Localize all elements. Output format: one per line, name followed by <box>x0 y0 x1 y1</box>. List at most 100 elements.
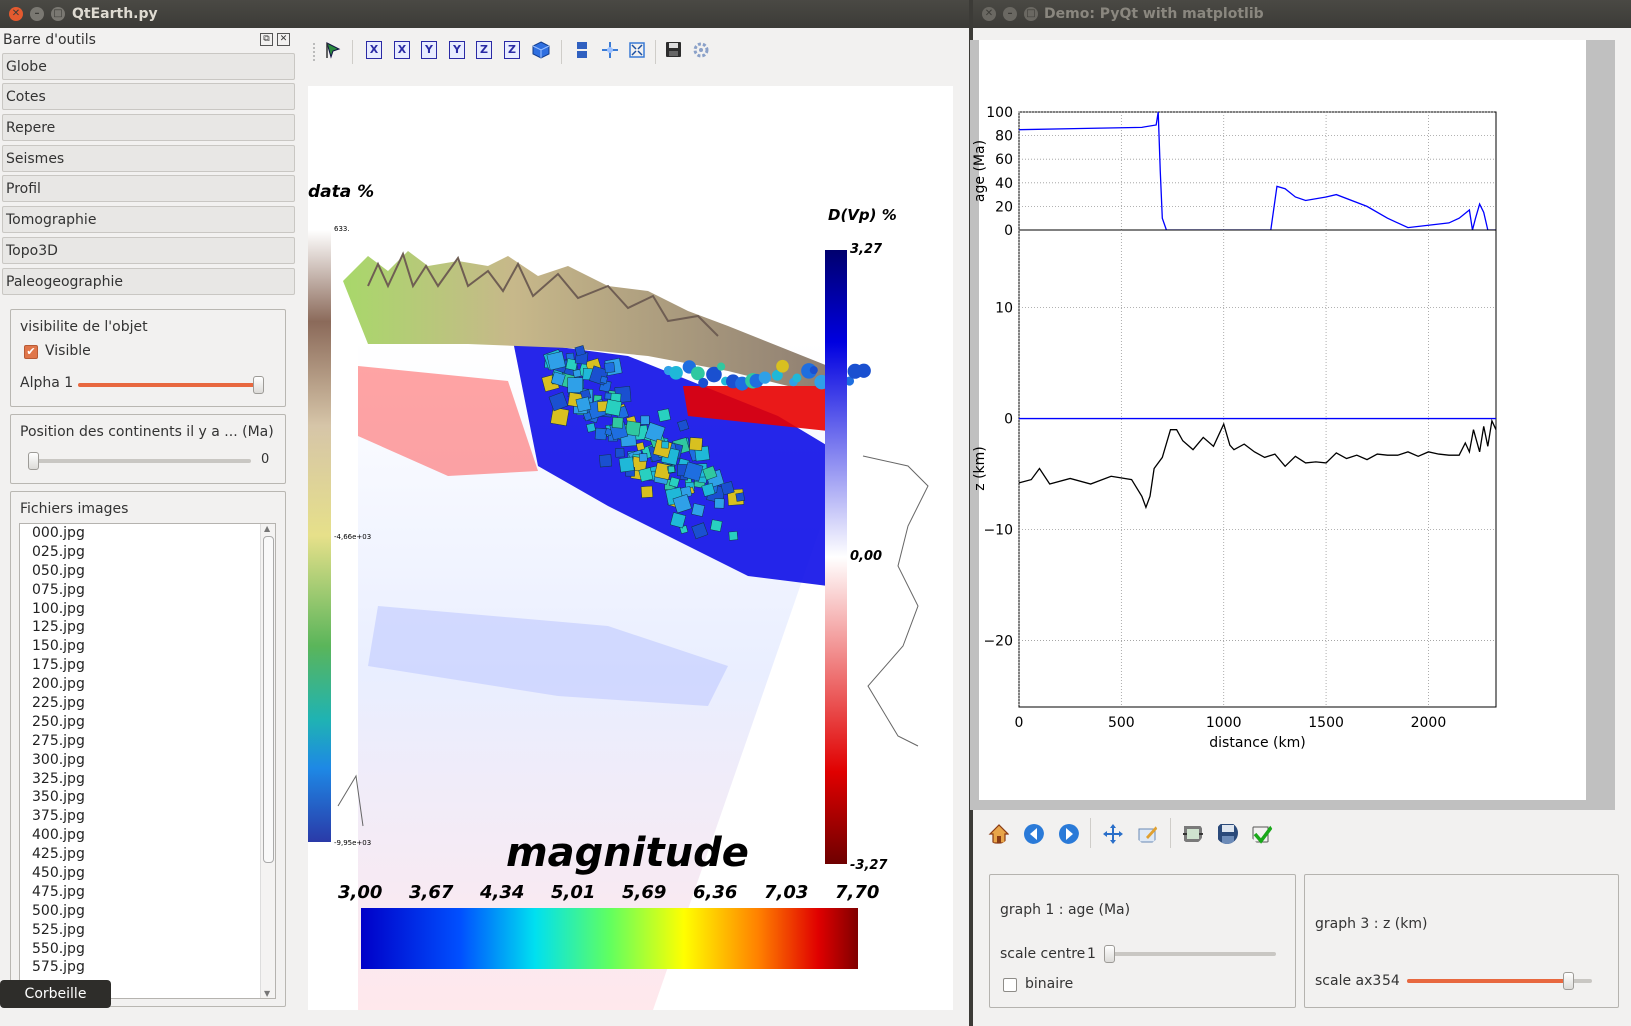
maximize-icon[interactable]: □ <box>1024 7 1038 21</box>
image-file-item[interactable]: 575.jpg <box>20 958 275 977</box>
earthquake-marker <box>572 369 582 378</box>
float-dock-icon[interactable]: ⧉ <box>260 33 273 46</box>
toolbox-item-tomographie[interactable]: Tomographie <box>2 206 295 233</box>
image-file-item[interactable]: 400.jpg <box>20 826 275 845</box>
scale-ax3-label: scale ax3 <box>1315 973 1382 989</box>
toolbox-item-globe[interactable]: Globe <box>2 53 295 80</box>
image-file-item[interactable]: 325.jpg <box>20 770 275 789</box>
minimize-icon[interactable]: – <box>30 7 44 21</box>
toolbox-item-seismes[interactable]: Seismes <box>2 145 295 172</box>
scale-centre-value: 1 <box>1087 946 1096 962</box>
axis-x-icon[interactable]: X <box>394 41 410 59</box>
data-colorbar-label: data % <box>308 182 375 202</box>
toolbox-item-cotes[interactable]: Cotes <box>2 83 295 110</box>
visible-checkbox[interactable]: ✔ <box>24 345 38 359</box>
home-icon[interactable] <box>987 822 1009 844</box>
graph1-title: graph 1 : age (Ma) <box>1000 902 1131 918</box>
axis-x-icon[interactable]: X <box>366 41 382 59</box>
scale-ax3-value: 54 <box>1382 973 1400 989</box>
binaire-checkbox[interactable] <box>1003 978 1017 992</box>
toolbox-item-paleogeographie[interactable]: Paleogeographie <box>2 268 295 295</box>
image-file-item[interactable]: 175.jpg <box>20 656 275 675</box>
x-tick-label: 1000 <box>1206 715 1242 731</box>
image-file-item[interactable]: 000.jpg <box>20 524 275 543</box>
image-file-item[interactable]: 300.jpg <box>20 751 275 770</box>
earthquake-marker <box>667 465 675 473</box>
save-icon[interactable] <box>665 41 682 58</box>
edit-axis-icon[interactable] <box>1136 822 1158 844</box>
minimize-icon[interactable]: – <box>1003 7 1017 21</box>
image-file-item[interactable]: 075.jpg <box>20 581 275 600</box>
alpha-slider-handle[interactable] <box>253 376 264 394</box>
images-list[interactable]: 000.jpg 025.jpg 050.jpg 075.jpg 100.jpg 125.j… <box>19 523 276 999</box>
close-dock-icon[interactable]: ✕ <box>277 33 290 46</box>
axis-y-icon[interactable]: Y <box>449 41 465 59</box>
image-file-item[interactable]: 125.jpg <box>20 618 275 637</box>
toolbox-item-topo3d[interactable]: Topo3D <box>2 237 295 264</box>
layers-icon[interactable] <box>575 41 589 59</box>
toolbox-item-repere[interactable]: Repere <box>2 114 295 141</box>
save-icon[interactable] <box>1216 822 1238 844</box>
image-file-item[interactable]: 225.jpg <box>20 694 275 713</box>
fit-view-icon[interactable] <box>628 41 646 59</box>
image-file-item[interactable]: 050.jpg <box>20 562 275 581</box>
back-icon[interactable] <box>1022 822 1044 844</box>
image-file-item[interactable]: 025.jpg <box>20 543 275 562</box>
crosshair-icon[interactable] <box>601 41 619 59</box>
scale-ax3-slider-handle[interactable] <box>1563 972 1574 990</box>
earthquake-marker <box>611 417 624 429</box>
image-file-item[interactable]: 475.jpg <box>20 883 275 902</box>
images-scrollbar-thumb[interactable] <box>263 536 274 863</box>
axis-y-icon[interactable]: Y <box>421 41 437 59</box>
cube-icon[interactable] <box>532 41 550 59</box>
pan-icon[interactable] <box>1101 822 1123 844</box>
graph3-title: graph 3 : z (km) <box>1315 916 1428 932</box>
image-file-item[interactable]: 525.jpg <box>20 921 275 940</box>
image-file-item[interactable]: 425.jpg <box>20 845 275 864</box>
image-file-item[interactable]: 450.jpg <box>20 864 275 883</box>
image-file-item[interactable]: 275.jpg <box>20 732 275 751</box>
axis-z-icon[interactable]: Z <box>476 41 492 59</box>
continents-slider-handle[interactable] <box>28 452 39 470</box>
axis-z-icon[interactable]: Z <box>504 41 520 59</box>
image-file-item[interactable]: 250.jpg <box>20 713 275 732</box>
y-tick-label: 0 <box>1004 223 1013 239</box>
image-file-item[interactable]: 200.jpg <box>20 675 275 694</box>
close-icon[interactable]: ✕ <box>982 7 996 21</box>
toolbox-item-profil[interactable]: Profil <box>2 175 295 202</box>
images-scrollbar[interactable]: ▲ ▼ <box>260 524 275 998</box>
forward-icon[interactable] <box>1057 822 1079 844</box>
check-icon[interactable] <box>1251 822 1273 844</box>
globe-3d-view[interactable]: data % 633. -4,66e+03 -9,95e+03 D(Vp) % … <box>308 86 953 1010</box>
continents-group-title: Position des continents il y a ... (Ma) <box>20 424 274 440</box>
image-file-item[interactable]: 375.jpg <box>20 807 275 826</box>
scale-centre-slider[interactable] <box>1106 952 1276 956</box>
earthquake-marker <box>638 453 648 462</box>
matplotlib-canvas[interactable]: 0 20 40 60 80 100 age (Ma) −20 −10 0 10 z (km) 0 500 1… <box>970 40 1615 810</box>
close-icon[interactable]: ✕ <box>9 7 23 21</box>
pointer-icon[interactable] <box>323 40 343 60</box>
earthquake-marker <box>625 420 641 437</box>
qtearth-window: ✕ – □ QtEarth.py Barre d'outils ⧉ ✕ Glob… <box>0 0 969 1026</box>
image-file-item[interactable]: 150.jpg <box>20 637 275 656</box>
continents-group: Position des continents il y a ... (Ma) … <box>10 414 286 484</box>
maximize-icon[interactable]: □ <box>51 7 65 21</box>
earthquake-marker <box>792 373 802 383</box>
toolbar-grip[interactable] <box>313 43 319 61</box>
scale-centre-slider-handle[interactable] <box>1104 945 1115 963</box>
image-file-item[interactable]: 350.jpg <box>20 788 275 807</box>
alpha-slider[interactable] <box>78 383 260 387</box>
image-file-item[interactable]: 550.jpg <box>20 940 275 959</box>
earthquake-marker <box>698 377 709 388</box>
earthquake-marker <box>758 371 772 384</box>
configure-subplots-icon[interactable] <box>1181 822 1203 844</box>
earthquake-marker <box>661 440 669 449</box>
image-file-item[interactable]: 100.jpg <box>20 600 275 619</box>
magnitude-tick: 3,67 <box>409 882 454 903</box>
settings-icon[interactable] <box>692 41 710 59</box>
continents-slider[interactable] <box>29 459 251 463</box>
scale-ax3-slider[interactable] <box>1407 979 1567 983</box>
magnitude-tick: 4,34 <box>480 882 525 903</box>
earthquake-marker <box>604 392 612 400</box>
image-file-item[interactable]: 500.jpg <box>20 902 275 921</box>
